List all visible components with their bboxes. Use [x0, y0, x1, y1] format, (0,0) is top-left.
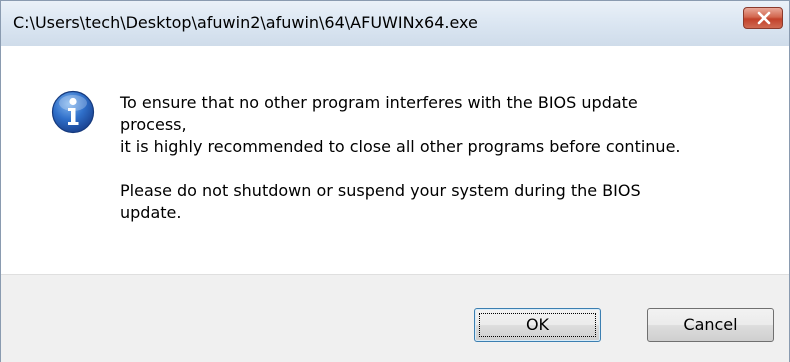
cancel-button[interactable]: Cancel [647, 308, 774, 342]
message-dialog: C:\Users\tech\Desktop\afuwin2\afuwin\64\… [0, 0, 790, 362]
window-title: C:\Users\tech\Desktop\afuwin2\afuwin\64\… [13, 13, 478, 32]
dialog-message: To ensure that no other program interfer… [120, 92, 760, 224]
info-icon [51, 90, 95, 134]
title-bar[interactable]: C:\Users\tech\Desktop\afuwin2\afuwin\64\… [1, 1, 789, 46]
focus-rect: OK [479, 313, 596, 337]
ok-button-label: OK [525, 315, 550, 334]
dialog-content: To ensure that no other program interfer… [1, 46, 789, 274]
button-bar: OK Cancel [1, 274, 789, 362]
message-line: process, [120, 115, 187, 134]
ok-button[interactable]: OK [474, 308, 601, 342]
message-line: Please do not shutdown or suspend your s… [120, 181, 641, 200]
message-line: it is highly recommended to close all ot… [120, 137, 681, 156]
close-icon [757, 11, 771, 25]
close-button[interactable] [743, 7, 783, 29]
message-paragraph: Please do not shutdown or suspend your s… [120, 180, 760, 224]
message-line: To ensure that no other program interfer… [120, 93, 638, 112]
cancel-button-label: Cancel [683, 315, 738, 334]
message-line: update. [120, 203, 182, 222]
message-paragraph: To ensure that no other program interfer… [120, 92, 760, 158]
